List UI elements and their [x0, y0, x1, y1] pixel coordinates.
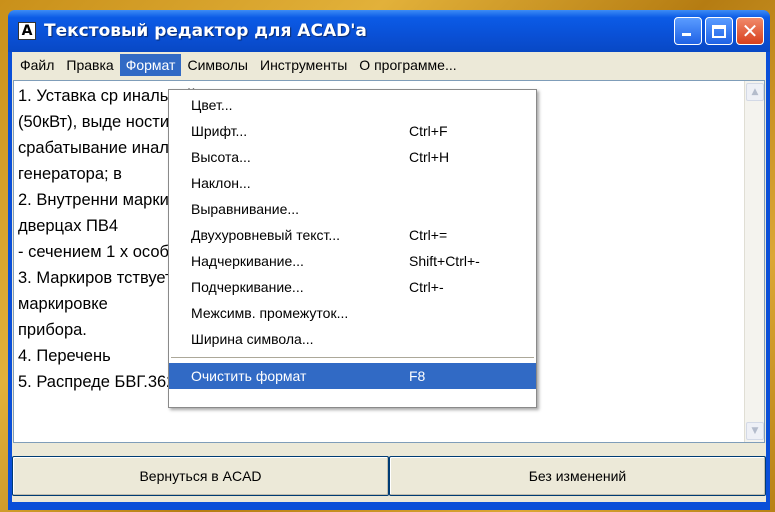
menu-item-shortcut: Ctrl+F	[409, 123, 448, 139]
menu-item-label: Высота...	[191, 149, 251, 165]
menu-item-clear-format[interactable]: Очистить формат F8	[169, 363, 536, 389]
menu-edit[interactable]: Правка	[60, 54, 119, 76]
chevron-up-icon: ▲	[751, 87, 759, 97]
menu-item-shortcut: Ctrl+H	[409, 149, 450, 165]
menu-item-label: Надчеркивание...	[191, 253, 304, 269]
minimize-button[interactable]	[674, 17, 702, 45]
maximize-icon	[712, 24, 726, 38]
menu-item-label: Межсимв. промежуток...	[191, 305, 349, 321]
title-bar[interactable]: A Текстовый редактор для ACAD'а ✕	[8, 10, 770, 52]
app-icon[interactable]: A	[18, 22, 36, 40]
minimize-icon	[682, 33, 691, 36]
menu-separator	[171, 357, 534, 358]
menu-item-label: Выравнивание...	[191, 201, 300, 217]
menu-item-shortcut: F8	[409, 368, 426, 384]
chevron-down-icon: ▼	[751, 426, 759, 436]
menu-item-char-spacing[interactable]: Межсимв. промежуток...	[169, 300, 536, 326]
menu-item-underline[interactable]: Подчеркивание... Ctrl+-	[169, 274, 536, 300]
menu-bar: Файл Правка Формат Символы Инструменты О…	[12, 52, 766, 78]
scroll-down-button[interactable]: ▼	[746, 422, 764, 440]
menu-item-label: Подчеркивание...	[191, 279, 304, 295]
menu-symbols[interactable]: Символы	[181, 54, 254, 76]
menu-format[interactable]: Формат	[119, 54, 182, 76]
menu-item-font[interactable]: Шрифт... Ctrl+F	[169, 118, 536, 144]
menu-item-shortcut: Shift+Ctrl+-	[409, 253, 480, 269]
menu-item-label: Двухуровневый текст...	[191, 227, 341, 243]
menu-file[interactable]: Файл	[14, 54, 60, 76]
menu-item-shortcut: Ctrl+-	[409, 279, 444, 295]
menu-item-overline[interactable]: Надчеркивание... Shift+Ctrl+-	[169, 248, 536, 274]
vertical-scrollbar[interactable]: ▲ ▼	[744, 81, 764, 442]
menu-item-alignment[interactable]: Выравнивание...	[169, 196, 536, 222]
scroll-up-button[interactable]: ▲	[746, 83, 764, 101]
menu-item-shortcut: Ctrl+=	[409, 227, 448, 243]
menu-item-char-width[interactable]: Ширина символа...	[169, 326, 536, 352]
menu-about[interactable]: О программе...	[353, 54, 462, 76]
menu-item-label: Шрифт...	[191, 123, 248, 139]
close-button[interactable]: ✕	[736, 17, 764, 45]
menu-item-slant[interactable]: Наклон...	[169, 170, 536, 196]
menu-item-two-level-text[interactable]: Двухуровневый текст... Ctrl+=	[169, 222, 536, 248]
menu-item-color[interactable]: Цвет...	[169, 92, 536, 118]
window-title: Текстовый редактор для ACAD'а	[44, 21, 367, 41]
button-bar: Вернуться в ACAD Без изменений	[12, 456, 766, 496]
menu-item-label: Наклон...	[191, 175, 251, 191]
menu-item-label: Очистить формат	[191, 368, 307, 384]
menu-tools[interactable]: Инструменты	[254, 54, 353, 76]
return-to-acad-button[interactable]: Вернуться в ACAD	[12, 456, 389, 496]
no-changes-button[interactable]: Без изменений	[389, 456, 766, 496]
menu-item-height[interactable]: Высота... Ctrl+H	[169, 144, 536, 170]
menu-item-label: Ширина символа...	[191, 331, 314, 347]
close-icon: ✕	[741, 19, 759, 43]
format-menu-dropdown: Цвет... Шрифт... Ctrl+F Высота... Ctrl+H Н…	[168, 89, 537, 408]
menu-item-label: Цвет...	[191, 97, 233, 113]
maximize-button[interactable]	[705, 17, 733, 45]
